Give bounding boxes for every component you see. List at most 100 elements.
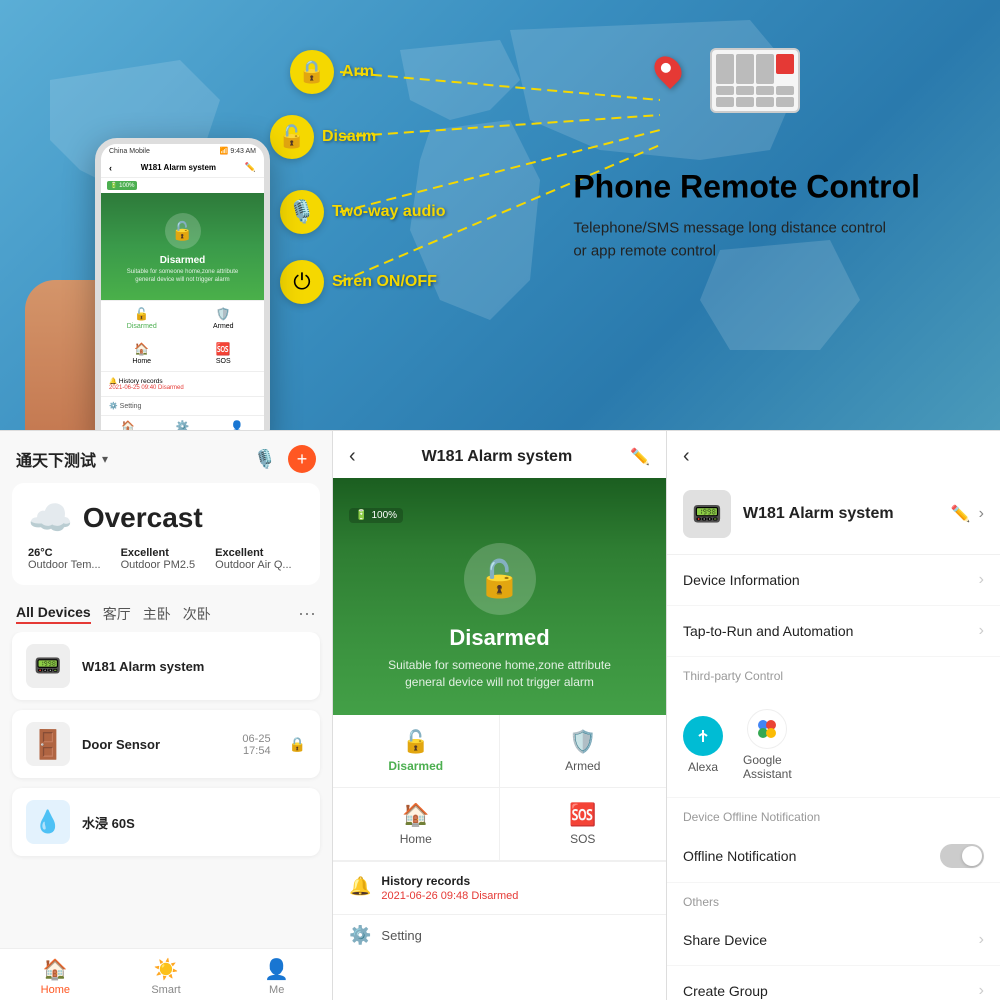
device-door-icon: 🚪	[26, 722, 70, 766]
alarm-setting[interactable]: ⚙️ Setting	[333, 914, 666, 956]
arm-icon: 🔒	[290, 50, 334, 94]
arm-label: Arm	[342, 63, 374, 81]
settings-back-button[interactable]: ‹	[683, 445, 690, 468]
nav-home[interactable]: 🏠 Home	[0, 957, 111, 996]
device-info-chevron: ›	[979, 571, 984, 589]
settings-edit-icon[interactable]: ✏️	[951, 504, 971, 524]
alarm-battery: 🔋 100%	[349, 508, 403, 523]
add-device-button[interactable]: +	[288, 445, 316, 473]
phone-status-bar: China Mobile 📶 9:43 AM	[101, 144, 264, 158]
me-nav-icon: 👤	[264, 957, 289, 982]
weather-section: ☁️ Overcast 26°C Outdoor Tem... Excellen…	[12, 483, 320, 585]
device-item-door[interactable]: 🚪 Door Sensor 06-25 17:54 🔒	[12, 710, 320, 778]
nav-me-label: Me	[269, 984, 284, 996]
google-assistant-item[interactable]: GoogleAssistant	[743, 709, 792, 781]
create-group-label: Create Group	[683, 983, 768, 999]
back-button[interactable]: ‹	[349, 445, 356, 468]
offline-toggle[interactable]	[940, 844, 984, 868]
panels-container: 通天下测试 ▾ 🎙️ + ☁️ Overcast 26°C Outdoor Te…	[0, 430, 1000, 1000]
hero-text: Phone Remote Control Telephone/SMS messa…	[573, 167, 920, 262]
panel-home-header: 通天下测试 ▾ 🎙️ +	[0, 431, 332, 483]
control-armed[interactable]: 🛡️ Armed	[500, 715, 667, 788]
settings-item-group[interactable]: Create Group ›	[667, 966, 1000, 1000]
settings-device-icon: 📟	[683, 490, 731, 538]
control-disarmed[interactable]: 🔓 Disarmed	[333, 715, 500, 788]
offline-section: Device Offline Notification Offline Noti…	[667, 798, 1000, 883]
edit-alarm-icon[interactable]: ✏️	[630, 447, 650, 467]
history-date: 2021-06-26 09:48 Disarmed	[381, 890, 518, 902]
alarm-status: Disarmed	[349, 625, 650, 651]
tab-all-devices[interactable]: All Devices	[16, 604, 91, 624]
google-assistant-label: GoogleAssistant	[743, 753, 792, 781]
pm25-stat: Excellent Outdoor PM2.5	[121, 547, 196, 571]
device-water-icon: 💧	[26, 800, 70, 844]
settings-menu: Device Information › Tap-to-Run and Auto…	[667, 555, 1000, 1000]
alexa-label: Alexa	[688, 760, 718, 774]
setting-label: Setting	[381, 928, 421, 943]
phone-setting: ⚙️ Setting	[101, 396, 264, 415]
offline-label: Offline Notification	[683, 848, 796, 864]
door-lock-icon: 🔒	[289, 736, 306, 753]
alarm-title: W181 Alarm system	[422, 448, 573, 466]
phone-nav: ‹ W181 Alarm system ✏️	[101, 158, 264, 178]
armed-ctrl-icon: 🛡️	[569, 729, 596, 755]
smart-nav-icon: ☀️	[154, 957, 179, 982]
gear-icon: ⚙️	[349, 925, 371, 946]
device-alarm-name: W181 Alarm system	[82, 659, 306, 674]
automation-chevron: ›	[979, 622, 984, 640]
automation-label: Tap-to-Run and Automation	[683, 623, 853, 639]
arm-feature: 🔒 Arm	[290, 50, 374, 94]
device-item-water[interactable]: 💧 水浸 60S	[12, 788, 320, 856]
device-info-label: Device Information	[683, 572, 800, 588]
google-assistant-icon	[747, 709, 787, 749]
nav-smart[interactable]: ☀️ Smart	[111, 957, 222, 996]
settings-more-icon[interactable]: ›	[979, 505, 984, 523]
share-device-label: Share Device	[683, 932, 767, 948]
device-alarm-info: W181 Alarm system	[82, 659, 306, 674]
bell-icon: 🔔	[349, 876, 371, 897]
settings-header: ‹	[667, 431, 1000, 478]
settings-item-automation[interactable]: Tap-to-Run and Automation ›	[667, 606, 1000, 657]
settings-item-device-info[interactable]: Device Information ›	[667, 555, 1000, 606]
nav-smart-label: Smart	[151, 984, 180, 996]
home-ctrl-label: Home	[400, 832, 432, 846]
share-chevron: ›	[979, 931, 984, 949]
alarm-screen: 🔋 100% 🔓 Disarmed Suitable for someone h…	[333, 478, 666, 715]
nav-me[interactable]: 👤 Me	[221, 957, 332, 996]
device-water-info: 水浸 60S	[82, 813, 306, 832]
group-chevron: ›	[979, 982, 984, 1000]
offline-toggle-row: Offline Notification	[667, 830, 1000, 882]
weather-icon: ☁️	[28, 497, 73, 539]
settings-device-row: 📟 W181 Alarm system ✏️ ›	[667, 478, 1000, 555]
phone-bottom-nav: 🏠 Home ⚙️ Smart 👤 Me	[101, 415, 264, 430]
disarm-icon: 🔓	[270, 115, 314, 159]
microphone-icon[interactable]: 🎙️	[254, 449, 276, 470]
armed-ctrl-label: Armed	[565, 759, 600, 773]
audio-icon: 🎙️	[280, 190, 324, 234]
phone-tabs: 🔓 Disarmed 🛡️ Armed 🏠 Home 🆘 SOS	[101, 300, 264, 371]
home-ctrl-icon: 🏠	[402, 802, 429, 828]
alarm-description: Suitable for someone home,zone attribute…	[349, 657, 650, 691]
tab-second-bedroom[interactable]: 次卧	[183, 604, 211, 624]
tab-master-bedroom[interactable]: 主卧	[143, 604, 171, 624]
chevron-down-icon[interactable]: ▾	[102, 452, 108, 466]
home-bottom-nav: 🏠 Home ☀️ Smart 👤 Me	[0, 948, 332, 1000]
nav-home-label: Home	[41, 984, 70, 996]
control-home[interactable]: 🏠 Home	[333, 788, 500, 861]
settings-device-name: W181 Alarm system	[743, 505, 951, 523]
hero-description: Telephone/SMS message long distance cont…	[573, 218, 920, 263]
location-name: 通天下测试	[16, 447, 96, 471]
phone-alarm-screen: 🔓 Disarmed Suitable for someone home,zon…	[101, 193, 264, 300]
device-tabs: All Devices 客厅 主卧 次卧 ···	[0, 595, 332, 632]
offline-title: Device Offline Notification	[667, 798, 1000, 830]
device-alarm-icon: 📟	[26, 644, 70, 688]
tab-living-room[interactable]: 客厅	[103, 604, 131, 624]
panel-home: 通天下测试 ▾ 🎙️ + ☁️ Overcast 26°C Outdoor Te…	[0, 431, 333, 1000]
settings-item-share[interactable]: Share Device ›	[667, 915, 1000, 966]
phone-history: 🔔 History records 2021-06-25 09:40 Disar…	[101, 371, 264, 396]
control-sos[interactable]: 🆘 SOS	[500, 788, 667, 861]
alexa-item[interactable]: Alexa	[683, 716, 723, 774]
more-tabs-icon[interactable]: ···	[298, 603, 316, 624]
audio-label: Two-way audio	[332, 203, 445, 221]
device-item-alarm[interactable]: 📟 W181 Alarm system	[12, 632, 320, 700]
